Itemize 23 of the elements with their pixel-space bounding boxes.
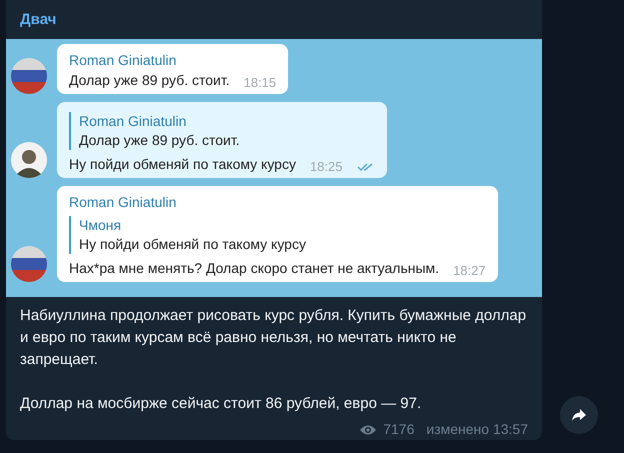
flag-avatar — [11, 58, 47, 94]
person-avatar — [11, 142, 47, 178]
view-count: 7176 — [383, 420, 414, 439]
flag-avatar — [11, 246, 47, 282]
reply-sender: Чмоня — [79, 216, 122, 234]
message-time: 18:15 — [244, 74, 276, 92]
sender-name: Roman Giniatulin — [69, 192, 178, 212]
channel-title[interactable]: Двач — [6, 0, 542, 38]
sender-name: Roman Giniatulin — [69, 50, 178, 70]
reply-text: Ну пойди обменяй по такому курсу — [79, 234, 307, 254]
reply-text: Долар уже 89 руб. стоит. — [79, 130, 241, 150]
message-time: 18:27 — [453, 262, 486, 280]
edited-time: изменено 13:57 — [426, 420, 528, 439]
message-text: Долар уже 89 руб. стоит. — [69, 70, 230, 90]
eye-icon — [359, 424, 378, 436]
reply-sender: Roman Giniatulin — [79, 112, 188, 130]
message-time: 18:25 — [310, 158, 342, 176]
share-button[interactable] — [560, 396, 598, 434]
post-text: Доллар на мосбирже сейчас стоит 86 рублей, евро — 97. — [20, 394, 422, 414]
share-icon — [571, 408, 587, 422]
post-text: Набиуллина продолжает рисовать курс рубля. Купить бумажные доллар и евро по таким курсам всё равно нельзя, но мечтать никто не запрещает. — [20, 306, 528, 370]
message-text: Нах*ра мне менять? Долар скоро станет не актуальным. — [69, 258, 440, 278]
message-text: Ну пойди обменяй по такому курсу — [69, 154, 296, 174]
